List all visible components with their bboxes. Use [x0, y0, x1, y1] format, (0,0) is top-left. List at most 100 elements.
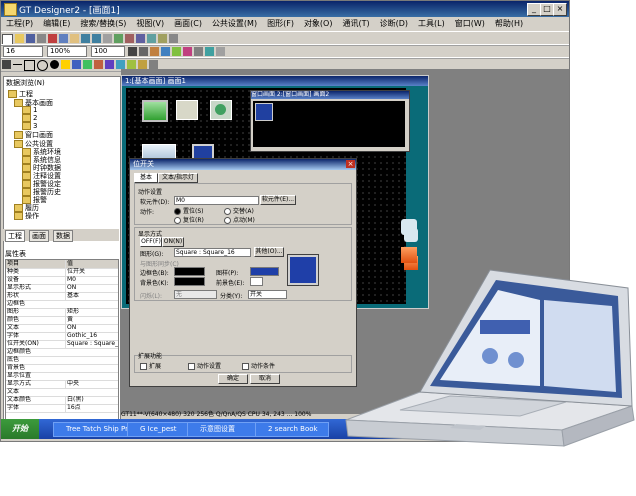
frame-color-picker[interactable]	[174, 267, 205, 276]
grid-icon[interactable]	[103, 34, 112, 43]
redo-icon[interactable]	[92, 34, 101, 43]
pattern-picker[interactable]	[250, 267, 279, 276]
taskbar-item[interactable]: 2 search Book	[255, 422, 329, 437]
menu-item[interactable]: 窗口(W)	[450, 17, 490, 31]
window-screen-canvas[interactable]	[253, 101, 405, 147]
tree-node[interactable]: 1	[22, 106, 37, 114]
shape-input[interactable]: Square : Square_16	[174, 248, 251, 257]
tab-data[interactable]: 数据	[53, 230, 73, 242]
menu-item[interactable]: 诊断(D)	[375, 17, 413, 31]
radio-momentary[interactable]: 点动(M)	[224, 215, 255, 224]
graph-icon[interactable]	[105, 60, 114, 69]
screen-icon[interactable]	[114, 34, 123, 43]
paste-icon[interactable]	[70, 34, 79, 43]
save-icon[interactable]	[26, 34, 35, 43]
rectangle-icon[interactable]	[24, 60, 35, 71]
taskbar-item[interactable]: G Ice_pest	[127, 422, 195, 437]
tab-on-state[interactable]: ON(N)	[162, 237, 184, 247]
copy-icon[interactable]	[59, 34, 68, 43]
data-icon[interactable]	[158, 34, 167, 43]
print-icon[interactable]	[37, 34, 46, 43]
tab-screen[interactable]: 画面	[29, 230, 49, 242]
menu-item[interactable]: 搜索/替换(S)	[75, 17, 131, 31]
menu-item[interactable]: 工程(P)	[1, 17, 38, 31]
group-icon[interactable]	[183, 47, 192, 56]
switch-icon[interactable]	[72, 60, 81, 69]
open-icon[interactable]	[15, 34, 24, 43]
ok-button[interactable]: 确定	[218, 374, 248, 384]
library-icon[interactable]	[125, 34, 134, 43]
zoom-combo[interactable]: 100	[91, 46, 125, 57]
bold-icon[interactable]	[128, 47, 137, 56]
tab-text-lamp[interactable]: 文本/指示灯	[158, 173, 198, 183]
menu-item[interactable]: 视图(V)	[131, 17, 169, 31]
blink-select[interactable]: 无	[174, 290, 217, 299]
undo-icon[interactable]	[81, 34, 90, 43]
tree-node[interactable]: 2	[22, 114, 37, 122]
device-input[interactable]: M0	[174, 196, 259, 205]
transfer-icon[interactable]	[136, 34, 145, 43]
scale-combo[interactable]: 100%	[47, 46, 87, 57]
menu-item[interactable]: 对象(O)	[299, 17, 338, 31]
cut-icon[interactable]	[48, 34, 57, 43]
device-button[interactable]: 软元件(E)...	[260, 195, 296, 205]
circle-icon[interactable]	[37, 60, 48, 71]
font-size-combo[interactable]: 16	[3, 46, 43, 57]
cancel-button[interactable]: 取消	[250, 374, 280, 384]
lamp-object[interactable]	[176, 100, 198, 120]
line-icon[interactable]	[13, 64, 22, 65]
round-lamp-object[interactable]	[210, 100, 232, 120]
action-condition-checkbox[interactable]: 动作条件	[242, 361, 275, 370]
tree-node[interactable]: 操作	[14, 211, 39, 221]
menu-item[interactable]: 编辑(E)	[38, 17, 75, 31]
rotate-icon[interactable]	[205, 47, 214, 56]
dialog-close-button[interactable]: ×	[346, 160, 355, 168]
script-icon[interactable]	[138, 60, 147, 69]
part-icon[interactable]	[127, 60, 136, 69]
close-button[interactable]: ×	[553, 3, 567, 16]
radio-reset[interactable]: 复位(R)	[174, 215, 204, 224]
category-select[interactable]: 开关	[248, 290, 287, 299]
start-button[interactable]: 开始	[1, 419, 39, 439]
tab-basic[interactable]: 基本	[134, 173, 158, 183]
menu-item[interactable]: 工具(L)	[413, 17, 450, 31]
radio-set[interactable]: 置位(S)	[174, 206, 204, 215]
bg-color-picker[interactable]	[174, 277, 205, 286]
menu-item[interactable]: 公共设置(M)	[207, 17, 262, 31]
tab-off-state[interactable]: OFF(F)	[140, 237, 162, 247]
lamp-icon[interactable]	[83, 60, 92, 69]
layer-icon[interactable]	[172, 47, 181, 56]
order-icon[interactable]	[194, 47, 203, 56]
radio-alternate[interactable]: 交替(A)	[224, 206, 254, 215]
fore-color-picker[interactable]	[250, 277, 263, 286]
maximize-button[interactable]: □	[540, 3, 554, 16]
tab-project[interactable]: 工程	[5, 230, 25, 242]
menu-item[interactable]: 帮助(H)	[490, 17, 528, 31]
color-icon[interactable]	[150, 47, 159, 56]
taskbar-item[interactable]: 示意图设置	[187, 422, 263, 437]
menu-item[interactable]: 画面(C)	[169, 17, 207, 31]
numeric-icon[interactable]	[94, 60, 103, 69]
action-setting-checkbox[interactable]: 动作设置	[188, 361, 221, 370]
side-round-button[interactable]	[401, 219, 417, 235]
shape-other-button[interactable]: 其他(O)...	[254, 247, 284, 257]
alarm-icon[interactable]	[116, 60, 125, 69]
taskbar-item[interactable]: Tree Tatch Ship Pro	[53, 422, 135, 437]
property-row[interactable]: 字体 16点	[6, 404, 118, 413]
filled-circle-icon[interactable]	[50, 60, 59, 69]
pointer-icon[interactable]	[2, 60, 11, 69]
align-icon[interactable]	[139, 47, 148, 56]
object-icon[interactable]	[149, 60, 158, 69]
tree-node[interactable]: 3	[22, 122, 37, 130]
menu-item[interactable]: 通讯(T)	[337, 17, 374, 31]
ext-checkbox[interactable]: 扩展	[140, 361, 161, 370]
text-icon[interactable]	[61, 60, 70, 69]
flip-icon[interactable]	[216, 47, 225, 56]
menu-item[interactable]: 图形(F)	[262, 17, 299, 31]
fill-icon[interactable]	[161, 47, 170, 56]
selected-object[interactable]	[255, 103, 273, 121]
minimize-button[interactable]: _	[527, 3, 541, 16]
help-icon[interactable]	[169, 34, 178, 43]
monitor-icon[interactable]	[147, 34, 156, 43]
green-switch-object[interactable]	[142, 100, 168, 122]
